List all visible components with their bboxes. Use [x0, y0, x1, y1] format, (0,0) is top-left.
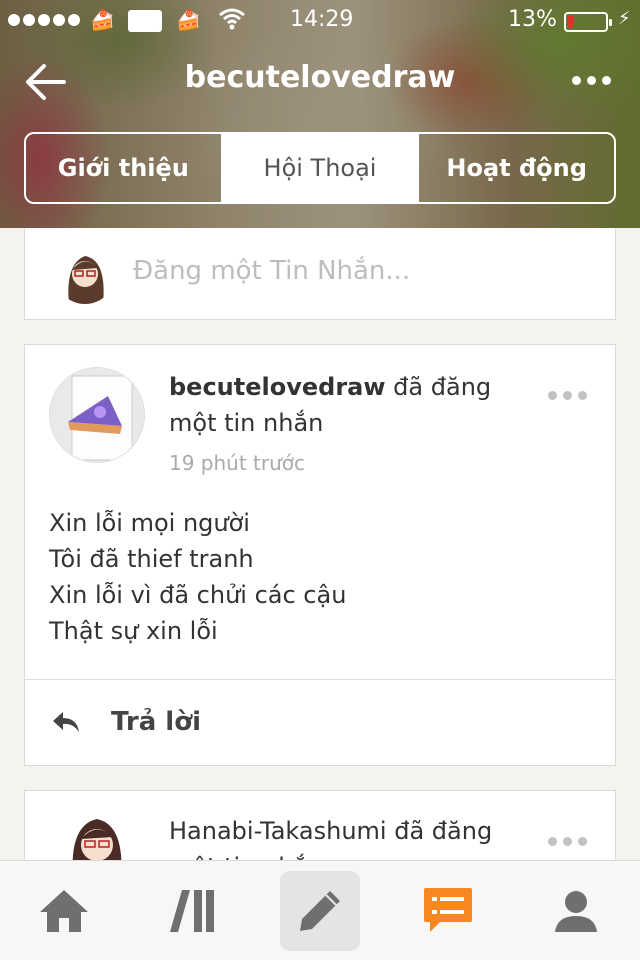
- post-line: Tôi đã thief tranh: [49, 545, 254, 573]
- cake-icon: 🍰: [90, 8, 115, 32]
- avatar: [55, 244, 115, 304]
- status-time: 14:29: [290, 7, 354, 32]
- post-more-icon[interactable]: [548, 391, 587, 400]
- post-line: Thật sự xin lỗi: [49, 617, 218, 645]
- post-headline: becutelovedraw đã đăng một tin nhắn: [169, 369, 539, 441]
- tab-activity[interactable]: Hoạt động: [417, 134, 614, 202]
- page-title: becutelovedraw: [184, 60, 456, 95]
- post-line: Xin lỗi mọi người: [49, 509, 250, 537]
- profile-icon: [555, 890, 597, 932]
- home-icon: [40, 889, 88, 932]
- compose-icon: [300, 890, 340, 931]
- battery-percent: 13%: [508, 7, 557, 32]
- status-bar: 🍰 🍰 14:29 13% ⚡: [0, 0, 640, 40]
- battery-icon: [564, 12, 612, 32]
- nav-bar: becutelovedraw: [0, 46, 640, 116]
- post-action: đã đăng: [386, 817, 493, 845]
- tab-home[interactable]: [0, 861, 128, 960]
- message-post: becutelovedraw đã đăng một tin nhắn 19 p…: [24, 344, 616, 766]
- reply-label: Trả lời: [111, 707, 201, 737]
- catalog-icon: [170, 889, 214, 932]
- profile-tabs: Giới thiệu Hội Thoại Hoạt động: [24, 132, 616, 204]
- charging-bolt-icon: ⚡: [618, 8, 631, 29]
- post-author[interactable]: becutelovedraw: [169, 373, 386, 401]
- avatar[interactable]: [49, 367, 145, 463]
- tab-about[interactable]: Giới thiệu: [26, 134, 221, 202]
- post-line: Xin lỗi vì đã chửi các cậu: [49, 581, 347, 609]
- tab-chat[interactable]: [384, 861, 512, 960]
- post-author[interactable]: Hanabi-Takashumi: [169, 817, 387, 845]
- carrier-logo: [128, 10, 162, 32]
- bottom-tab-bar: [0, 860, 640, 960]
- tab-profile[interactable]: [512, 861, 640, 960]
- chat-icon: [424, 887, 472, 932]
- reply-button[interactable]: Trả lời: [51, 707, 201, 737]
- composer-placeholder: Đăng một Tin Nhắn...: [133, 256, 411, 286]
- more-horizontal-icon[interactable]: [572, 76, 611, 85]
- post-more-icon[interactable]: [548, 837, 587, 846]
- message-composer[interactable]: Đăng một Tin Nhắn...: [24, 228, 616, 320]
- tab-compose[interactable]: [256, 861, 384, 960]
- post-body: Xin lỗi mọi người Tôi đã thief tranh Xin…: [49, 505, 346, 649]
- wifi-icon: [219, 8, 245, 30]
- reply-icon: [53, 712, 79, 732]
- tab-conversation[interactable]: Hội Thoại: [220, 134, 418, 202]
- tab-catalog[interactable]: [128, 861, 256, 960]
- divider: [25, 679, 615, 680]
- post-timestamp: 19 phút trước: [169, 451, 306, 475]
- cake-icon: 🍰: [176, 8, 201, 32]
- signal-dots-icon: [8, 14, 80, 26]
